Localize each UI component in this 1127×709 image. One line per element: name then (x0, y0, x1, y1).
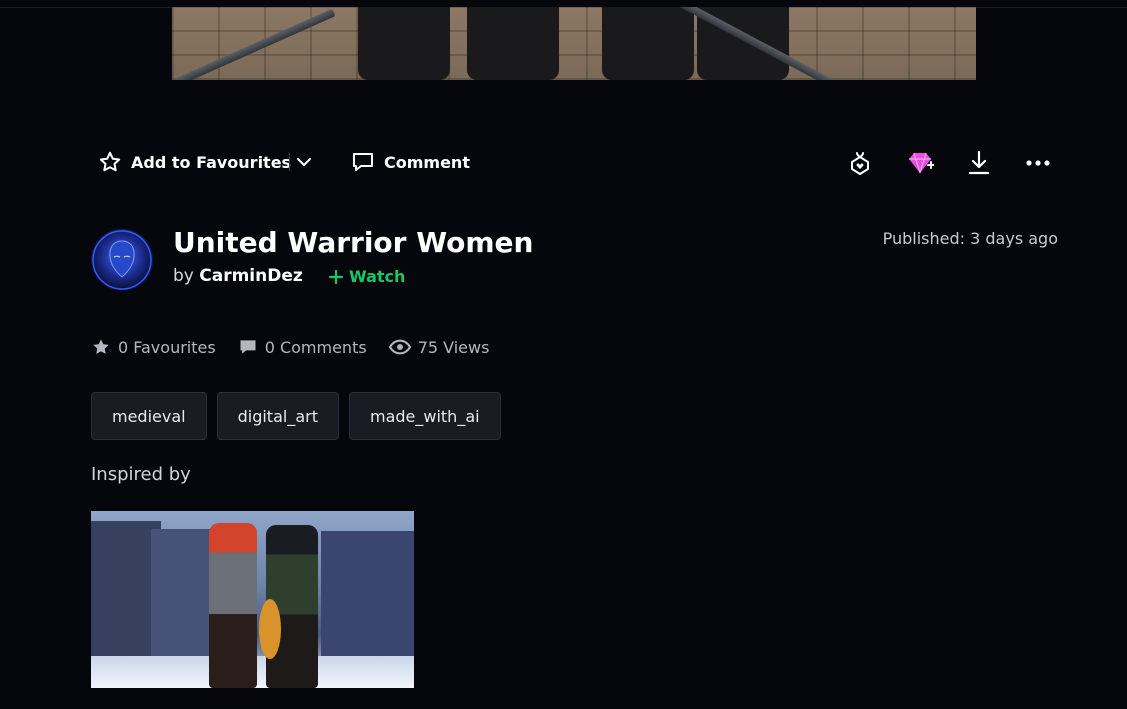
tag-medieval[interactable]: medieval (91, 392, 207, 440)
plus-icon (329, 269, 343, 284)
views-stat: 75 Views (388, 337, 490, 357)
tag-made-with-ai[interactable]: made_with_ai (348, 392, 501, 440)
action-divider (289, 153, 290, 171)
published-value: 3 days ago (970, 229, 1058, 248)
comment-label: Comment (384, 152, 470, 172)
thumb-figure-redhead (209, 523, 257, 688)
thumb-shield (259, 599, 281, 659)
byline: by CarminDez (173, 266, 303, 286)
star-icon (93, 339, 109, 354)
gem-icon (909, 152, 934, 174)
comment-bubble-icon (353, 153, 373, 171)
published-date: Published: 3 days ago (883, 229, 1058, 248)
inspired-by-heading: Inspired by (91, 464, 191, 485)
download-button[interactable] (964, 148, 994, 178)
published-label: Published: (882, 229, 966, 248)
star-outline-icon (99, 151, 121, 172)
watch-label: Watch (349, 267, 406, 286)
thumb-castle-wall (321, 531, 414, 661)
deviation-title: United Warrior Women (173, 226, 534, 259)
artwork-figure (358, 7, 450, 80)
tag-list: medieval digital_art made_with_ai (91, 392, 501, 440)
download-icon (968, 150, 990, 175)
comments-stat: 0 Comments (238, 337, 367, 357)
award-gem-button[interactable] (905, 148, 935, 178)
tag-digital-art[interactable]: digital_art (216, 392, 339, 440)
more-icon (1026, 160, 1050, 166)
comment-icon (240, 340, 256, 354)
favourites-stat: 0 Favourites (91, 337, 216, 357)
favourites-count: 0 Favourites (118, 337, 216, 357)
author-avatar[interactable] (91, 229, 153, 291)
gift-badge-icon (851, 152, 869, 175)
views-count: 75 Views (417, 337, 490, 357)
stats-row: 0 Favourites 0 Comments 75 Views (91, 333, 489, 361)
gift-badge-button[interactable] (845, 148, 875, 178)
byline-prefix: by (173, 266, 194, 286)
favourite-label: Add to Favourites (131, 152, 292, 172)
favourite-options-button[interactable] (294, 140, 314, 184)
eye-icon (388, 339, 411, 355)
comment-button[interactable]: Comment (351, 140, 470, 184)
artwork-figure (602, 7, 694, 80)
more-options-button[interactable] (1023, 148, 1053, 178)
main-artwork-image[interactable] (172, 7, 976, 80)
author-link[interactable]: CarminDez (199, 266, 303, 286)
artwork-sword (172, 8, 336, 80)
avatar-face-graphic (92, 230, 152, 290)
chevron-down-icon (297, 158, 311, 166)
action-bar: Add to Favourites Comment (91, 140, 1059, 184)
inspired-by-thumbnail[interactable] (91, 511, 414, 688)
watch-button[interactable]: Watch (329, 267, 405, 286)
add-to-favourites-button[interactable]: Add to Favourites (98, 140, 291, 184)
artwork-figure (467, 7, 559, 80)
comments-count: 0 Comments (264, 337, 367, 357)
